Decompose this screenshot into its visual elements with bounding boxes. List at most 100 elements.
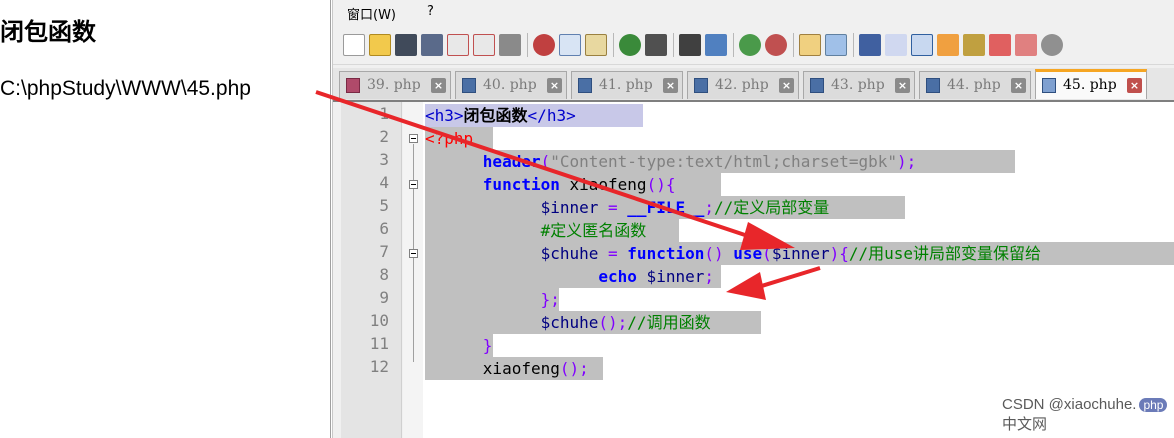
file-saved-icon bbox=[578, 78, 592, 93]
find-icon[interactable] bbox=[679, 34, 701, 56]
code-line-11: } bbox=[425, 334, 493, 357]
close-icon[interactable]: × bbox=[895, 78, 910, 93]
line-number: 9 bbox=[379, 288, 389, 307]
code-line-3: header("Content-type:text/html;charset=g… bbox=[425, 150, 1015, 173]
line-number: 6 bbox=[379, 219, 389, 238]
toolbar-separator bbox=[613, 33, 614, 57]
new-file-icon[interactable] bbox=[343, 34, 365, 56]
open-folder-icon[interactable] bbox=[369, 34, 391, 56]
toolbar-separator bbox=[673, 33, 674, 57]
code-line-7: $chuhe = function() use($inner){//用use讲局… bbox=[425, 242, 1174, 265]
line-number: 4 bbox=[379, 173, 389, 192]
tab-44-php[interactable]: 44. php × bbox=[919, 71, 1031, 99]
toolbar-separator bbox=[793, 33, 794, 57]
code-line-2: <?php bbox=[425, 127, 493, 150]
close-file-icon[interactable] bbox=[447, 34, 469, 56]
line-number: 2 bbox=[379, 127, 389, 146]
tab-39-php[interactable]: 39. php × bbox=[339, 71, 451, 99]
monitoring-icon[interactable] bbox=[1015, 34, 1037, 56]
php-logo-badge: php bbox=[1139, 398, 1168, 412]
code-editor-window: 窗口(W) ? 39. php × 40. php × 41. php × 42… bbox=[332, 0, 1174, 438]
close-icon[interactable]: × bbox=[779, 78, 794, 93]
fold-toggle-icon[interactable] bbox=[409, 134, 418, 143]
copy-icon[interactable] bbox=[559, 34, 581, 56]
line-number: 5 bbox=[379, 196, 389, 215]
sync-horizontal-icon[interactable] bbox=[825, 34, 847, 56]
line-number: 7 bbox=[379, 242, 389, 261]
indent-guide-icon[interactable] bbox=[911, 34, 933, 56]
print-icon[interactable] bbox=[499, 34, 521, 56]
menu-window[interactable]: 窗口(W) bbox=[347, 4, 396, 23]
close-all-icon[interactable] bbox=[473, 34, 495, 56]
file-modified-icon bbox=[346, 78, 360, 93]
toolbar bbox=[333, 26, 1174, 65]
undo-icon[interactable] bbox=[619, 34, 641, 56]
file-tab-bar: 39. php × 40. php × 41. php × 42. php × … bbox=[333, 68, 1174, 102]
zoom-in-icon[interactable] bbox=[739, 34, 761, 56]
file-saved-icon bbox=[694, 78, 708, 93]
word-wrap-icon[interactable] bbox=[859, 34, 881, 56]
tab-42-php[interactable]: 42. php × bbox=[687, 71, 799, 99]
file-saved-icon bbox=[1042, 78, 1056, 93]
code-line-5: $inner = __FILE__;//定义局部变量 bbox=[425, 196, 905, 219]
view-icon[interactable] bbox=[1041, 34, 1063, 56]
code-line-10: $chuhe();//调用函数 bbox=[425, 311, 761, 334]
tab-label: 44. php bbox=[947, 77, 1001, 93]
line-number: 12 bbox=[369, 357, 389, 376]
toolbar-separator bbox=[527, 33, 528, 57]
fold-margin bbox=[403, 102, 423, 438]
tab-40-php[interactable]: 40. php × bbox=[455, 71, 567, 99]
menu-help[interactable]: ? bbox=[427, 4, 434, 19]
line-number: 8 bbox=[379, 265, 389, 284]
code-line-4: function xiaofeng(){ bbox=[425, 173, 721, 196]
close-icon[interactable]: × bbox=[431, 78, 446, 93]
code-line-8: echo $inner; bbox=[425, 265, 721, 288]
function-list-icon[interactable] bbox=[963, 34, 985, 56]
close-icon[interactable]: × bbox=[663, 78, 678, 93]
save-icon[interactable] bbox=[395, 34, 417, 56]
toolbar-separator bbox=[733, 33, 734, 57]
file-saved-icon bbox=[926, 78, 940, 93]
file-saved-icon bbox=[462, 78, 476, 93]
tab-41-php[interactable]: 41. php × bbox=[571, 71, 683, 99]
close-icon[interactable]: × bbox=[1011, 78, 1026, 93]
replace-icon[interactable] bbox=[705, 34, 727, 56]
tab-43-php[interactable]: 43. php × bbox=[803, 71, 915, 99]
folder-workspace-icon[interactable] bbox=[989, 34, 1011, 56]
tab-label: 42. php bbox=[715, 77, 769, 93]
code-line-12: xiaofeng(); bbox=[425, 357, 603, 380]
output-heading: 闭包函数 bbox=[0, 18, 96, 46]
line-number: 10 bbox=[369, 311, 389, 330]
code-area[interactable]: <h3>闭包函数</h3> <?php header("Content-type… bbox=[423, 102, 1174, 438]
close-icon[interactable]: × bbox=[1127, 78, 1142, 93]
tab-label: 40. php bbox=[483, 77, 537, 93]
tab-label: 43. php bbox=[831, 77, 885, 93]
fold-toggle-icon[interactable] bbox=[409, 249, 418, 258]
tab-label: 41. php bbox=[599, 77, 653, 93]
code-line-9: }; bbox=[425, 288, 560, 311]
tab-45-php[interactable]: 45. php × bbox=[1035, 69, 1147, 99]
code-line-1: <h3>闭包函数</h3> bbox=[425, 104, 643, 127]
redo-icon[interactable] bbox=[645, 34, 667, 56]
fold-toggle-icon[interactable] bbox=[409, 180, 418, 189]
pane-divider bbox=[330, 0, 331, 438]
line-number: 3 bbox=[379, 150, 389, 169]
cut-icon[interactable] bbox=[533, 34, 555, 56]
doc-map-icon[interactable] bbox=[937, 34, 959, 56]
toolbar-separator bbox=[853, 33, 854, 57]
line-number-gutter: 1 2 3 4 5 6 7 8 9 10 11 12 bbox=[341, 102, 402, 438]
paste-icon[interactable] bbox=[585, 34, 607, 56]
close-icon[interactable]: × bbox=[547, 78, 562, 93]
line-number: 11 bbox=[369, 334, 389, 353]
zoom-out-icon[interactable] bbox=[765, 34, 787, 56]
menu-bar: 窗口(W) ? bbox=[333, 0, 1174, 24]
file-saved-icon bbox=[810, 78, 824, 93]
code-line-6: #定义匿名函数 bbox=[425, 219, 679, 242]
csdn-watermark: CSDN @xiaochuhe. php中文网 bbox=[1002, 396, 1174, 434]
sync-vertical-icon[interactable] bbox=[799, 34, 821, 56]
output-file-path: C:\phpStudy\WWW\45.php bbox=[0, 77, 251, 100]
save-all-icon[interactable] bbox=[421, 34, 443, 56]
tab-label: 39. php bbox=[367, 77, 421, 93]
tab-label: 45. php bbox=[1063, 77, 1117, 93]
show-all-chars-icon[interactable] bbox=[885, 34, 907, 56]
